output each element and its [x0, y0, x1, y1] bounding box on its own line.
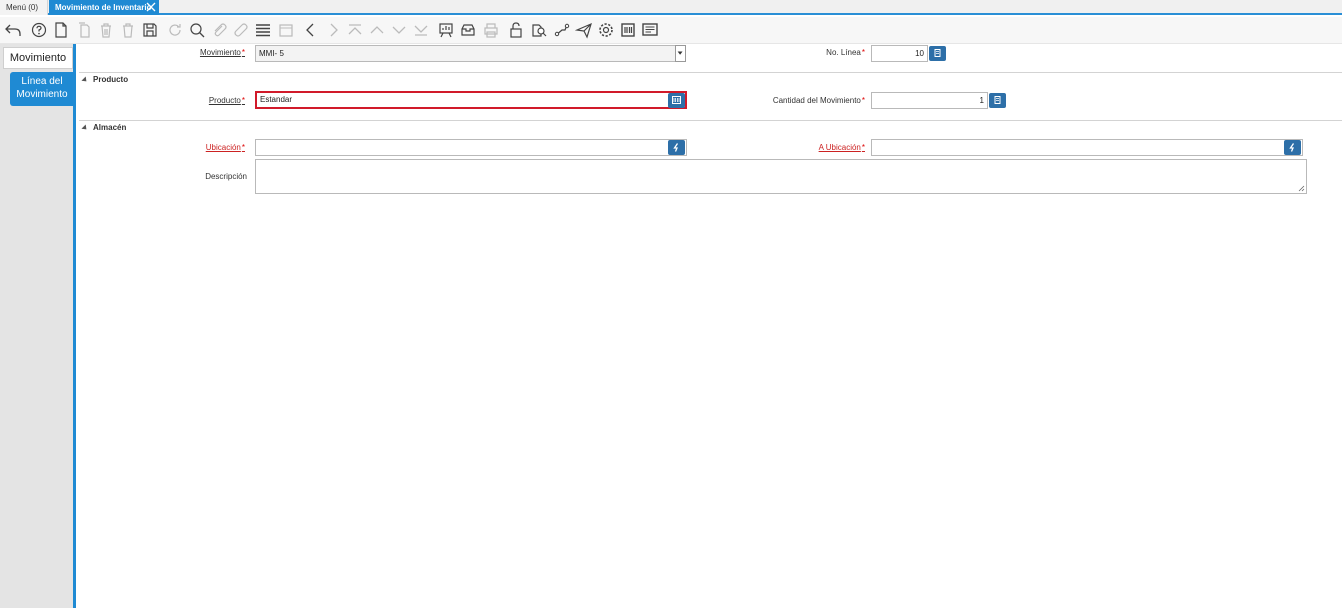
first-icon[interactable] [346, 21, 364, 39]
locator-icon [673, 143, 679, 152]
parent-icon[interactable] [368, 21, 386, 39]
producto-field[interactable]: Estandar [255, 91, 687, 109]
window-tabstrip: Menú (0) Movimiento de Inventario [0, 0, 1342, 15]
a-ubicacion-locator-button[interactable] [1284, 140, 1301, 155]
calculator-icon [934, 49, 941, 57]
descripcion-label: Descripción [205, 172, 247, 181]
toolbar [0, 17, 1342, 44]
lock-icon[interactable] [507, 21, 525, 39]
workflow-icon[interactable] [553, 21, 571, 39]
calculator-icon [994, 96, 1001, 104]
product-info-icon [672, 96, 681, 104]
help-icon[interactable] [30, 21, 48, 39]
cantidad-label: Cantidad del Movimiento* [772, 96, 865, 105]
no-linea-field[interactable]: 10 [871, 45, 928, 62]
ubicacion-field[interactable] [255, 139, 687, 156]
section-almacen[interactable]: Almacén [79, 120, 1342, 134]
refresh-icon[interactable] [166, 21, 184, 39]
collapse-triangle-icon [81, 76, 89, 84]
tab-label: Movimiento de Inventario [55, 3, 152, 12]
copy-icon[interactable] [75, 21, 93, 39]
tab-movimiento-inventario[interactable]: Movimiento de Inventario [49, 0, 159, 15]
producto-info-button[interactable] [668, 93, 685, 108]
collapse-triangle-icon [81, 124, 89, 132]
tab-linea-del-movimiento[interactable]: Línea del Movimiento [10, 72, 74, 106]
chat-icon[interactable] [232, 21, 250, 39]
new-icon[interactable] [52, 21, 70, 39]
ubicacion-label[interactable]: Ubicación* [175, 143, 245, 152]
request-icon[interactable] [574, 21, 593, 39]
locator-icon [1289, 143, 1295, 152]
a-ubicacion-field[interactable] [871, 139, 1303, 156]
producto-label: Producto* [208, 96, 245, 105]
process-icon[interactable] [597, 21, 615, 39]
post-it-icon[interactable] [641, 21, 659, 39]
delete-selection-icon[interactable] [119, 21, 137, 39]
attachment-icon[interactable] [210, 21, 228, 39]
no-linea-calculator-button[interactable] [929, 46, 946, 61]
chevron-down-icon [677, 51, 683, 55]
previous-icon[interactable] [302, 21, 320, 39]
zoom-across-icon[interactable] [530, 21, 548, 39]
section-producto-title: Producto [93, 75, 129, 84]
movimiento-label: Movimiento* [199, 48, 245, 57]
resize-grip-icon[interactable] [1298, 185, 1305, 192]
left-tab-panel: Movimiento Línea del Movimiento [0, 44, 76, 608]
find-icon[interactable] [188, 21, 206, 39]
close-icon[interactable] [146, 1, 156, 13]
movimiento-dropdown-button[interactable] [675, 45, 686, 62]
print-icon[interactable] [482, 21, 500, 39]
section-almacen-title: Almacén [93, 123, 127, 132]
cantidad-field[interactable]: 1 [871, 92, 988, 109]
tab-movimiento[interactable]: Movimiento [3, 47, 73, 69]
grid-toggle-icon[interactable] [254, 21, 272, 39]
descripcion-textarea[interactable] [255, 159, 1307, 194]
undo-icon[interactable] [4, 21, 22, 39]
ubicacion-locator-button[interactable] [668, 140, 685, 155]
a-ubicacion-label[interactable]: A Ubicación* [779, 143, 865, 152]
tab-menu[interactable]: Menú (0) [0, 0, 48, 15]
section-producto[interactable]: Producto [79, 72, 1342, 86]
archive-icon[interactable] [459, 21, 477, 39]
history-icon[interactable] [277, 21, 295, 39]
detail-icon[interactable] [390, 21, 408, 39]
cantidad-calculator-button[interactable] [989, 93, 1006, 108]
product-info-icon[interactable] [619, 21, 637, 39]
movimiento-field[interactable]: MMI- 5 [255, 45, 686, 62]
last-icon[interactable] [412, 21, 430, 39]
delete-icon[interactable] [97, 21, 115, 39]
form-area: Movimiento* MMI- 5 No. Línea* 10 Product… [79, 44, 1342, 608]
no-linea-label: No. Línea* [826, 48, 865, 57]
report-icon[interactable] [437, 21, 455, 39]
next-icon[interactable] [324, 21, 342, 39]
save-icon[interactable] [141, 21, 159, 39]
